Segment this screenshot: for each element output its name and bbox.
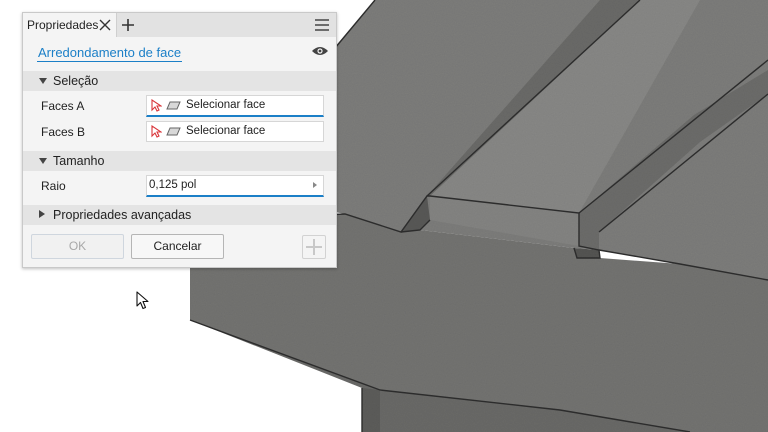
section-title: Seleção	[53, 74, 99, 88]
tab-label: Propriedades	[27, 18, 99, 32]
chevron-down-icon	[39, 158, 47, 164]
hamburger-menu-icon[interactable]	[314, 18, 330, 32]
eye-icon[interactable]	[311, 45, 329, 57]
section-header-advanced[interactable]: Propriedades avançadas	[23, 205, 336, 225]
faces-a-label: Faces A	[41, 99, 85, 113]
section-header-size[interactable]: Tamanho	[23, 151, 336, 171]
mouse-cursor-icon	[136, 291, 149, 310]
panel-tab-bar: Propriedades	[23, 13, 336, 37]
tab-propriedades[interactable]: Propriedades	[23, 13, 117, 37]
faces-b-value: Selecionar face	[186, 125, 266, 137]
cancel-button[interactable]: Cancelar	[131, 234, 224, 259]
section-title: Propriedades avançadas	[53, 208, 192, 222]
section-title: Tamanho	[53, 154, 105, 168]
faces-a-selector[interactable]: Selecionar face	[146, 95, 324, 117]
properties-panel: Propriedades Arredondamento de face Sele…	[22, 12, 337, 268]
feature-name-field[interactable]: Arredondamento de face	[37, 45, 183, 62]
select-arrow-icon	[151, 125, 162, 138]
plus-icon[interactable]	[121, 18, 135, 32]
plus-icon	[306, 239, 322, 255]
section-header-selection[interactable]: Seleção	[23, 71, 336, 91]
select-arrow-icon	[151, 99, 162, 112]
apply-add-button[interactable]	[302, 235, 326, 259]
radius-input[interactable]: 0,125 pol	[146, 175, 324, 197]
faces-b-selector[interactable]: Selecionar face	[146, 121, 324, 142]
chevron-right-icon[interactable]	[313, 182, 317, 188]
chevron-down-icon	[39, 78, 47, 84]
radius-label: Raio	[41, 179, 66, 193]
face-icon	[166, 101, 181, 110]
radius-value: 0,125 pol	[149, 179, 197, 191]
chevron-right-icon	[39, 210, 45, 218]
ok-button[interactable]: OK	[31, 234, 124, 259]
faces-b-label: Faces B	[41, 125, 86, 139]
face-icon	[166, 127, 181, 136]
faces-a-value: Selecionar face	[186, 99, 266, 111]
close-icon[interactable]	[99, 19, 111, 31]
